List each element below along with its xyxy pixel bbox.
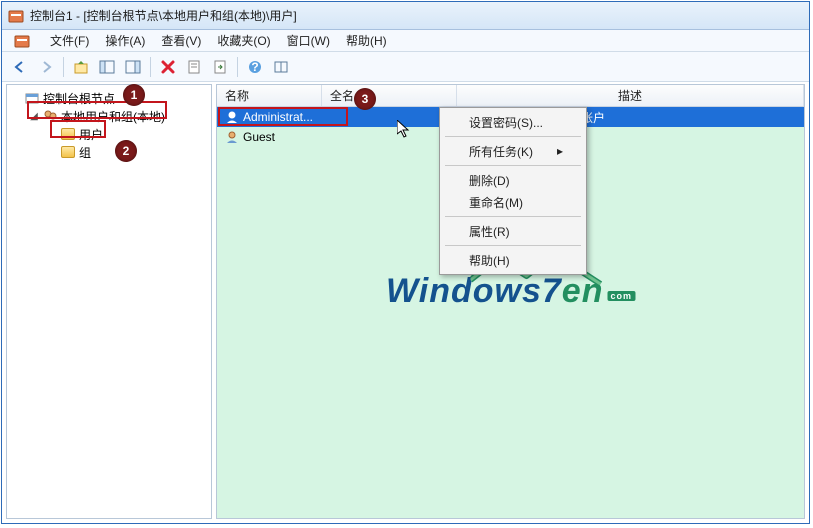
properties-button[interactable] [182, 55, 206, 79]
window-title: 控制台1 - [控制台根节点\本地用户和组(本地)\用户] [30, 7, 297, 24]
tile-button[interactable] [269, 55, 293, 79]
back-button[interactable] [8, 55, 32, 79]
list-pane[interactable]: 名称 全名 描述 Administrat... 管理计算机(域)的内置帐户 G [216, 84, 805, 519]
step-badge-1: 1 [123, 84, 145, 106]
menu-help[interactable]: 帮助(H) [340, 30, 393, 51]
user-icon [225, 130, 239, 144]
tree-groups-label: 组 [79, 144, 91, 161]
menu-window[interactable]: 窗口(W) [281, 30, 336, 51]
user-icon [225, 110, 239, 124]
menu-all-tasks[interactable]: 所有任务(K) ▸ [443, 140, 583, 162]
help-button[interactable]: ? [243, 55, 267, 79]
col-description[interactable]: 描述 [457, 85, 804, 106]
menu-file[interactable]: 文件(F) [44, 30, 95, 51]
title-bar[interactable]: 控制台1 - [控制台根节点\本地用户和组(本地)\用户] [2, 2, 809, 30]
tree-group-label: 本地用户和组(本地) [61, 108, 165, 125]
wm-com: com [607, 291, 635, 301]
menu-set-password[interactable]: 设置密码(S)... [443, 111, 583, 133]
svg-text:?: ? [251, 60, 258, 74]
menu-rename[interactable]: 重命名(M) [443, 191, 583, 213]
menu-action[interactable]: 操作(A) [99, 30, 151, 51]
show-hide-action-button[interactable] [121, 55, 145, 79]
menu-favorites[interactable]: 收藏夹(O) [211, 30, 276, 51]
watermark: Windows7 en com [386, 272, 635, 311]
tree-pane[interactable]: 控制台根节点 ◢ 本地用户和组(本地) 用户 [6, 84, 212, 519]
menu-properties[interactable]: 属性(R) [443, 220, 583, 242]
list-header: 名称 全名 描述 [217, 85, 804, 107]
spacer [47, 129, 57, 139]
expander-icon[interactable]: ◢ [29, 111, 39, 121]
separator [150, 57, 151, 77]
users-groups-icon [43, 109, 57, 123]
separator [237, 57, 238, 77]
folder-icon [61, 146, 75, 158]
mmc-window: 控制台1 - [控制台根节点\本地用户和组(本地)\用户] 文件(F) 操作(A… [1, 1, 810, 524]
delete-button[interactable] [156, 55, 180, 79]
up-button[interactable] [69, 55, 93, 79]
menu-separator [445, 136, 581, 137]
step-badge-2: 2 [115, 140, 137, 162]
doc-icon [8, 31, 36, 51]
tree-root-label: 控制台根节点 [43, 90, 115, 107]
row-name: Administrat... [243, 110, 313, 124]
toolbar: ? [2, 52, 809, 82]
col-name[interactable]: 名称 [217, 85, 322, 106]
console-root-icon [25, 91, 39, 105]
menu-separator [445, 165, 581, 166]
menu-separator [445, 245, 581, 246]
menu-delete[interactable]: 删除(D) [443, 169, 583, 191]
tree-local-users-groups[interactable]: ◢ 本地用户和组(本地) [27, 107, 209, 125]
spacer [47, 147, 57, 157]
step-badge-3: 3 [354, 88, 376, 110]
forward-button[interactable] [34, 55, 58, 79]
tree-root[interactable]: 控制台根节点 [9, 89, 209, 107]
show-hide-tree-button[interactable] [95, 55, 119, 79]
col-fullname[interactable]: 全名 [322, 85, 457, 106]
menu-bar: 文件(F) 操作(A) 查看(V) 收藏夹(O) 窗口(W) 帮助(H) [2, 30, 809, 52]
tree-users-label: 用户 [79, 126, 103, 143]
separator [63, 57, 64, 77]
folder-icon [61, 128, 75, 140]
submenu-arrow-icon: ▸ [557, 144, 563, 158]
menu-separator [445, 216, 581, 217]
context-menu: 设置密码(S)... 所有任务(K) ▸ 删除(D) 重命名(M) 属性(R) … [439, 107, 587, 275]
menu-view[interactable]: 查看(V) [155, 30, 207, 51]
menu-help[interactable]: 帮助(H) [443, 249, 583, 271]
export-button[interactable] [208, 55, 232, 79]
expander-icon[interactable] [11, 93, 21, 103]
cursor-icon [397, 120, 413, 140]
app-icon [8, 8, 24, 24]
row-name: Guest [243, 130, 275, 144]
